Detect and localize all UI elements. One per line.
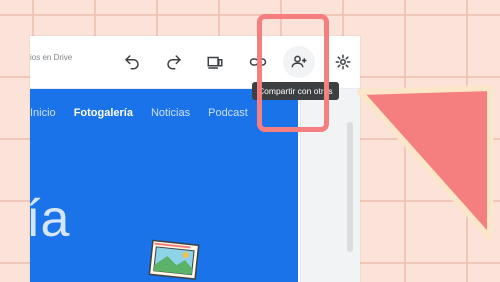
device-preview-icon (207, 56, 223, 69)
nav-item-inicio[interactable]: Inicio (30, 107, 56, 119)
redo-button[interactable] (158, 46, 190, 78)
undo-icon (125, 55, 139, 70)
gear-icon (335, 54, 351, 70)
undo-button[interactable] (116, 46, 148, 78)
nav-item-podcast[interactable]: Podcast (208, 107, 248, 119)
hero-title-fragment[interactable]: ía (30, 193, 69, 245)
site-navigation: Inicio Fotogalería Noticias Podcast (30, 107, 248, 119)
highlight-box (257, 14, 329, 132)
settings-button[interactable] (327, 46, 359, 78)
pointer-arrow-icon (357, 85, 493, 240)
preview-button[interactable] (199, 46, 231, 78)
nav-item-fotogaleria[interactable]: Fotogalería (74, 107, 133, 119)
nav-item-noticias[interactable]: Noticias (151, 107, 190, 119)
drive-save-status: ios en Drive (30, 53, 73, 62)
photo-gallery-illustration (148, 239, 200, 280)
redo-icon (167, 55, 181, 70)
